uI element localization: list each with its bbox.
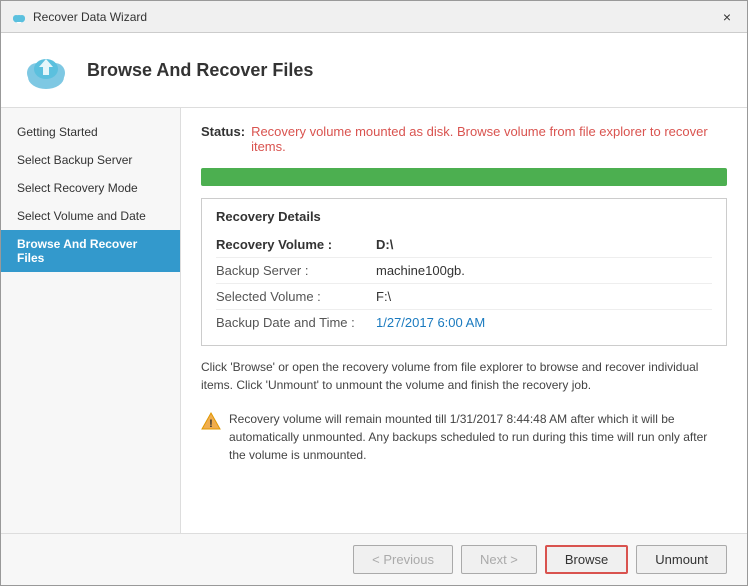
detail-value-selected-volume: F:\: [376, 289, 391, 304]
sidebar-item-select-volume-date[interactable]: Select Volume and Date: [1, 202, 180, 230]
wizard-header: Browse And Recover Files: [1, 33, 747, 108]
svg-text:!: !: [209, 418, 213, 430]
wizard-window: Recover Data Wizard × Browse And Recover…: [0, 0, 748, 586]
previous-button[interactable]: < Previous: [353, 545, 453, 574]
detail-label-server: Backup Server :: [216, 263, 376, 278]
status-label: Status:: [201, 124, 245, 139]
status-row: Status: Recovery volume mounted as disk.…: [201, 124, 727, 154]
detail-row-selected-volume: Selected Volume : F:\: [216, 284, 712, 310]
close-button[interactable]: ×: [717, 7, 737, 27]
app-icon: [11, 9, 27, 25]
next-button[interactable]: Next >: [461, 545, 537, 574]
sidebar-item-getting-started[interactable]: Getting Started: [1, 118, 180, 146]
title-bar: Recover Data Wizard ×: [1, 1, 747, 33]
sidebar-item-browse-recover[interactable]: Browse And Recover Files: [1, 230, 180, 272]
browse-button[interactable]: Browse: [545, 545, 628, 574]
wizard-title: Browse And Recover Files: [87, 60, 313, 81]
detail-value-volume: D:\: [376, 237, 393, 252]
detail-row-backup-date: Backup Date and Time : 1/27/2017 6:00 AM: [216, 310, 712, 335]
unmount-button[interactable]: Unmount: [636, 545, 727, 574]
progress-bar-fill: [201, 168, 727, 186]
header-cloud-icon: [21, 45, 71, 95]
detail-label-volume: Recovery Volume :: [216, 237, 376, 252]
status-text: Recovery volume mounted as disk. Browse …: [251, 124, 727, 154]
warning-text: Recovery volume will remain mounted till…: [229, 410, 727, 464]
sidebar-item-select-recovery-mode[interactable]: Select Recovery Mode: [1, 174, 180, 202]
detail-label-selected-volume: Selected Volume :: [216, 289, 376, 304]
wizard-footer: < Previous Next > Browse Unmount: [1, 533, 747, 585]
detail-row-server: Backup Server : machine100gb.: [216, 258, 712, 284]
recovery-details-title: Recovery Details: [216, 209, 712, 224]
sidebar: Getting Started Select Backup Server Sel…: [1, 108, 181, 533]
detail-value-server: machine100gb.: [376, 263, 465, 278]
detail-value-backup-date: 1/27/2017 6:00 AM: [376, 315, 485, 330]
wizard-body: Getting Started Select Backup Server Sel…: [1, 108, 747, 533]
warning-icon: !: [201, 411, 221, 431]
sidebar-item-select-backup-server[interactable]: Select Backup Server: [1, 146, 180, 174]
window-title: Recover Data Wizard: [33, 10, 147, 24]
warning-box: ! Recovery volume will remain mounted ti…: [201, 406, 727, 468]
detail-row-volume: Recovery Volume : D:\: [216, 232, 712, 258]
main-content: Status: Recovery volume mounted as disk.…: [181, 108, 747, 533]
info-text: Click 'Browse' or open the recovery volu…: [201, 358, 727, 394]
title-bar-left: Recover Data Wizard: [11, 9, 147, 25]
recovery-details-box: Recovery Details Recovery Volume : D:\ B…: [201, 198, 727, 346]
detail-label-backup-date: Backup Date and Time :: [216, 315, 376, 330]
progress-bar: [201, 168, 727, 186]
